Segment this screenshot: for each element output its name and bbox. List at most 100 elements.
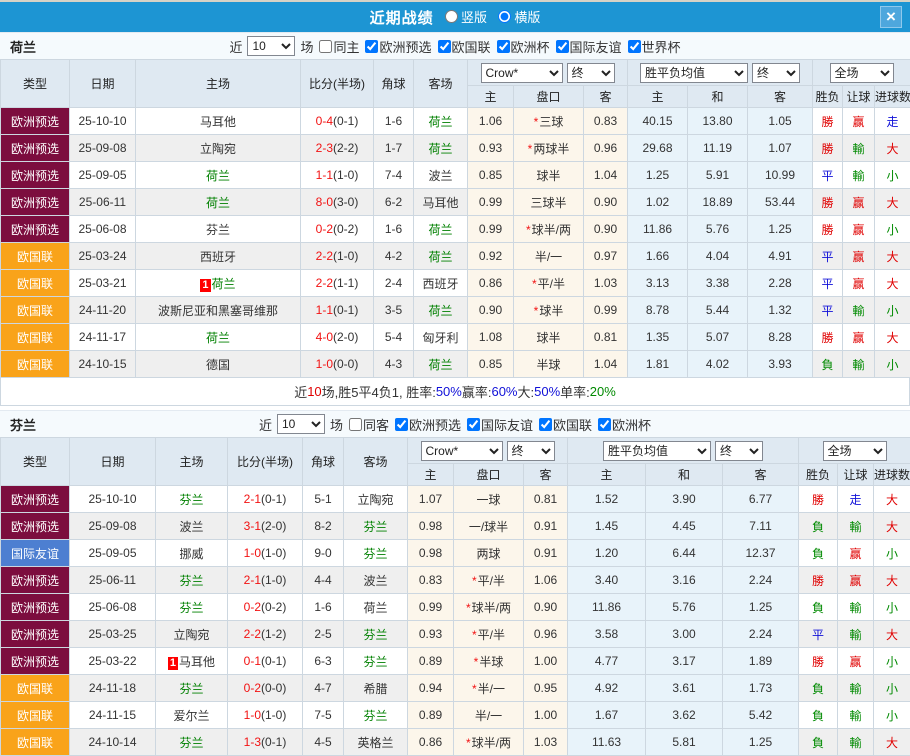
summary-text: 近 bbox=[294, 382, 307, 401]
competition-badge: 欧洲预选 bbox=[1, 108, 70, 135]
competition-checkbox[interactable] bbox=[556, 40, 569, 53]
vertical-layout-radio[interactable] bbox=[445, 10, 458, 23]
odds-source-select[interactable]: Crow* bbox=[481, 63, 563, 83]
score: 1-1(0-1) bbox=[301, 297, 374, 324]
layout-option-vertical[interactable]: 竖版 bbox=[445, 7, 487, 26]
avg-away-odds: 1.05 bbox=[748, 108, 813, 135]
result-wdl: 勝 bbox=[813, 108, 843, 135]
competition-checkbox[interactable] bbox=[438, 40, 451, 53]
competition-checkbox[interactable] bbox=[628, 40, 641, 53]
home-team: 立陶宛 bbox=[136, 135, 301, 162]
handicap-line: *三球 bbox=[514, 108, 584, 135]
match-date: 25-06-11 bbox=[70, 567, 156, 594]
summary-text: 大: bbox=[518, 382, 535, 401]
same-venue-filter[interactable]: 同主 bbox=[316, 37, 359, 56]
competition-filter[interactable]: 国际友谊 bbox=[464, 415, 533, 434]
match-count-select[interactable]: 10 bbox=[277, 414, 325, 434]
competition-filter[interactable]: 欧国联 bbox=[536, 415, 592, 434]
layout-option-horizontal[interactable]: 横版 bbox=[498, 7, 540, 26]
results-table: 类型日期主场比分(半场)角球客场Crow*终胜平负均值终全场主盘口客主和客胜负让… bbox=[0, 59, 910, 378]
competition-filter[interactable]: 国际友谊 bbox=[553, 37, 622, 56]
sub-column-header: 进球数 bbox=[875, 86, 910, 108]
match-date: 25-03-21 bbox=[70, 270, 136, 297]
match-row: 欧国联24-10-15德国1-0(0-0)4-3荷兰0.85半球1.041.81… bbox=[1, 351, 910, 378]
corner-score: 4-5 bbox=[303, 729, 344, 756]
competition-filter[interactable]: 欧洲杯 bbox=[494, 37, 550, 56]
competition-checkbox[interactable] bbox=[539, 418, 552, 431]
competition-filter[interactable]: 欧国联 bbox=[435, 37, 491, 56]
sub-column-header: 主 bbox=[468, 86, 514, 108]
avg-time-select[interactable]: 终 bbox=[752, 63, 800, 83]
competition-checkbox[interactable] bbox=[365, 40, 378, 53]
competition-filter[interactable]: 欧洲预选 bbox=[362, 37, 431, 56]
same-venue-filter[interactable]: 同客 bbox=[346, 415, 389, 434]
crown-away-odds: 0.91 bbox=[524, 540, 568, 567]
scope-select[interactable]: 全场 bbox=[823, 441, 887, 461]
avg-home-odds: 4.92 bbox=[568, 675, 646, 702]
avg-home-odds: 1.35 bbox=[628, 324, 688, 351]
result-wdl: 負 bbox=[799, 729, 838, 756]
competition-checkbox[interactable] bbox=[598, 418, 611, 431]
avg-home-odds: 1.66 bbox=[628, 243, 688, 270]
avg-type-select[interactable]: 胜平负均值 bbox=[603, 441, 711, 461]
crown-away-odds: 1.03 bbox=[584, 270, 628, 297]
summary-text: 50% bbox=[436, 384, 462, 399]
sub-column-header: 胜负 bbox=[799, 464, 838, 486]
crown-away-odds: 0.99 bbox=[584, 297, 628, 324]
competition-checkbox[interactable] bbox=[497, 40, 510, 53]
away-team: 芬兰 bbox=[344, 702, 408, 729]
competition-label: 国际友谊 bbox=[570, 37, 622, 56]
handicap-line: *平/半 bbox=[454, 621, 524, 648]
odds-time-select[interactable]: 终 bbox=[567, 63, 615, 83]
match-row: 欧国联25-03-24西班牙2-2(1-0)4-2荷兰0.92半/一0.971.… bbox=[1, 243, 910, 270]
odds-source-select[interactable]: Crow* bbox=[421, 441, 503, 461]
avg-away-odds: 1.25 bbox=[723, 729, 799, 756]
same-venue-checkbox[interactable] bbox=[349, 418, 362, 431]
summary-text: 单率: bbox=[560, 382, 590, 401]
avg-draw-odds: 4.04 bbox=[688, 243, 748, 270]
match-date: 24-11-20 bbox=[70, 297, 136, 324]
match-count-select[interactable]: 10 bbox=[247, 36, 295, 56]
crown-home-odds: 0.98 bbox=[408, 540, 454, 567]
crown-home-odds: 0.89 bbox=[408, 702, 454, 729]
crown-home-odds: 0.90 bbox=[468, 297, 514, 324]
horizontal-layout-radio[interactable] bbox=[498, 10, 511, 23]
crown-away-odds: 0.90 bbox=[524, 594, 568, 621]
result-handicap: 赢 bbox=[843, 243, 875, 270]
avg-type-select[interactable]: 胜平负均值 bbox=[640, 63, 748, 83]
result-wdl: 平 bbox=[799, 621, 838, 648]
competition-checkbox[interactable] bbox=[467, 418, 480, 431]
result-handicap: 輸 bbox=[838, 621, 874, 648]
close-icon[interactable]: × bbox=[880, 6, 902, 28]
avg-time-select[interactable]: 终 bbox=[715, 441, 763, 461]
summary-text: 场,胜5平4负1, 胜率: bbox=[322, 382, 436, 401]
competition-filter[interactable]: 欧洲杯 bbox=[595, 415, 651, 434]
match-date: 24-10-15 bbox=[70, 351, 136, 378]
competition-checkbox[interactable] bbox=[395, 418, 408, 431]
corner-score: 5-4 bbox=[374, 324, 414, 351]
match-row: 欧国联24-11-15爱尔兰1-0(1-0)7-5芬兰0.89半/一1.001.… bbox=[1, 702, 910, 729]
avg-home-odds: 3.58 bbox=[568, 621, 646, 648]
result-wdl: 負 bbox=[799, 702, 838, 729]
score: 1-1(1-0) bbox=[301, 162, 374, 189]
score: 2-1(1-0) bbox=[228, 567, 303, 594]
team-name: 荷兰 bbox=[10, 37, 36, 56]
home-team: 荷兰 bbox=[136, 324, 301, 351]
same-venue-checkbox[interactable] bbox=[319, 40, 332, 53]
corner-score: 9-0 bbox=[303, 540, 344, 567]
competition-filter[interactable]: 世界杯 bbox=[625, 37, 681, 56]
scope-select[interactable]: 全场 bbox=[830, 63, 894, 83]
away-team: 荷兰 bbox=[414, 108, 468, 135]
score: 0-2(0-2) bbox=[228, 594, 303, 621]
competition-filter[interactable]: 欧洲预选 bbox=[392, 415, 461, 434]
games-label: 场 bbox=[300, 37, 313, 56]
result-goals: 小 bbox=[874, 540, 910, 567]
match-row: 欧洲预选25-09-08波兰3-1(2-0)8-2芬兰0.98一/球半0.911… bbox=[1, 513, 910, 540]
avg-away-odds: 1.89 bbox=[723, 648, 799, 675]
crown-away-odds: 0.90 bbox=[584, 216, 628, 243]
result-goals: 小 bbox=[874, 648, 910, 675]
near-label: 近 bbox=[229, 37, 242, 56]
result-wdl: 負 bbox=[813, 351, 843, 378]
match-row: 欧洲预选25-06-08芬兰0-2(0-2)1-6荷兰0.99*球半/两0.90… bbox=[1, 216, 910, 243]
odds-time-select[interactable]: 终 bbox=[507, 441, 555, 461]
